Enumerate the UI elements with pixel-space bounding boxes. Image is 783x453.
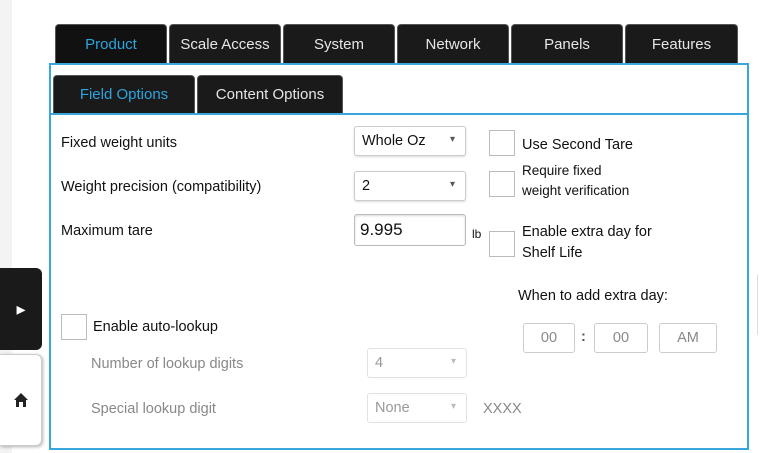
tab-network[interactable]: Network [397,24,509,64]
lookup-digits-select[interactable]: 4 ▾ [367,348,467,378]
lookup-digits-value: 4 [375,355,384,371]
special-lookup-digit-select[interactable]: None ▾ [367,393,467,423]
require-fixed-weight-checkbox[interactable] [489,171,515,197]
chevron-down-icon: ▾ [450,401,456,412]
lookup-digits-label: Number of lookup digits [91,356,244,372]
enable-extra-day-checkbox[interactable] [489,231,515,257]
extra-day-ampm-value: AM [677,330,699,346]
tab-system[interactable]: System [283,24,395,64]
extra-day-hour-value: 00 [540,330,558,346]
special-lookup-digit-value: None [375,400,410,416]
fixed-weight-units-select[interactable]: Whole Oz ▾ [354,126,466,156]
chevron-down-icon: ▾ [449,134,455,145]
weight-precision-value: 2 [362,178,371,194]
weight-precision-label: Weight precision (compatibility) [61,179,262,195]
special-lookup-digit-label: Special lookup digit [91,401,216,417]
require-fixed-weight-label-line2: weight verification [522,183,630,198]
tab-features[interactable]: Features [625,24,738,64]
tab-scale-access[interactable]: Scale Access [169,24,281,64]
side-drawer-handle: ▸ [0,268,42,446]
chevron-right-icon: ▸ [16,298,26,319]
when-to-add-extra-day-label: When to add extra day: [518,288,668,304]
fixed-weight-units-label: Fixed weight units [61,135,178,151]
home-icon [13,393,28,407]
extra-day-hour-field[interactable]: 00 [523,323,575,353]
require-fixed-weight-label-line1: Require fixed [522,163,602,178]
extra-day-ampm-button[interactable]: AM [659,323,717,353]
fixed-weight-units-value: Whole Oz [362,133,426,149]
maximum-tare-value: 9.995 [360,220,403,239]
maximum-tare-label: Maximum tare [61,223,153,239]
time-separator: : [581,329,586,345]
special-lookup-preview: XXXX [483,401,522,417]
expand-drawer-button[interactable]: ▸ [0,268,42,350]
top-tab-bar: Product Scale Access System Network Pane… [55,24,738,64]
weight-precision-select[interactable]: 2 ▾ [354,171,466,201]
chevron-down-icon: ▾ [450,356,456,367]
product-panel: Field Options Content Options Fixed weig… [49,63,749,450]
enable-extra-day-label-line1: Enable extra day for [522,224,652,240]
enable-extra-day-label-line2: Shelf Life [522,245,583,261]
tab-content-options[interactable]: Content Options [197,75,343,113]
home-button[interactable] [0,354,42,446]
use-second-tare-checkbox[interactable] [489,130,515,156]
extra-day-minute-field[interactable]: 00 [594,323,648,353]
extra-day-minute-value: 00 [612,330,630,346]
tab-field-options[interactable]: Field Options [53,75,195,113]
chevron-down-icon: ▾ [449,179,455,190]
tab-product[interactable]: Product [55,24,167,64]
maximum-tare-input[interactable]: 9.995 [354,214,466,246]
sub-tab-bar: Field Options Content Options [53,75,343,113]
maximum-tare-unit: lb [472,227,482,241]
enable-auto-lookup-checkbox[interactable] [61,314,87,340]
enable-auto-lookup-label: Enable auto-lookup [93,319,218,335]
right-edge-divider [757,275,765,335]
tab-panels[interactable]: Panels [511,24,623,64]
subpanel-divider [51,113,747,115]
use-second-tare-label: Use Second Tare [522,137,633,153]
